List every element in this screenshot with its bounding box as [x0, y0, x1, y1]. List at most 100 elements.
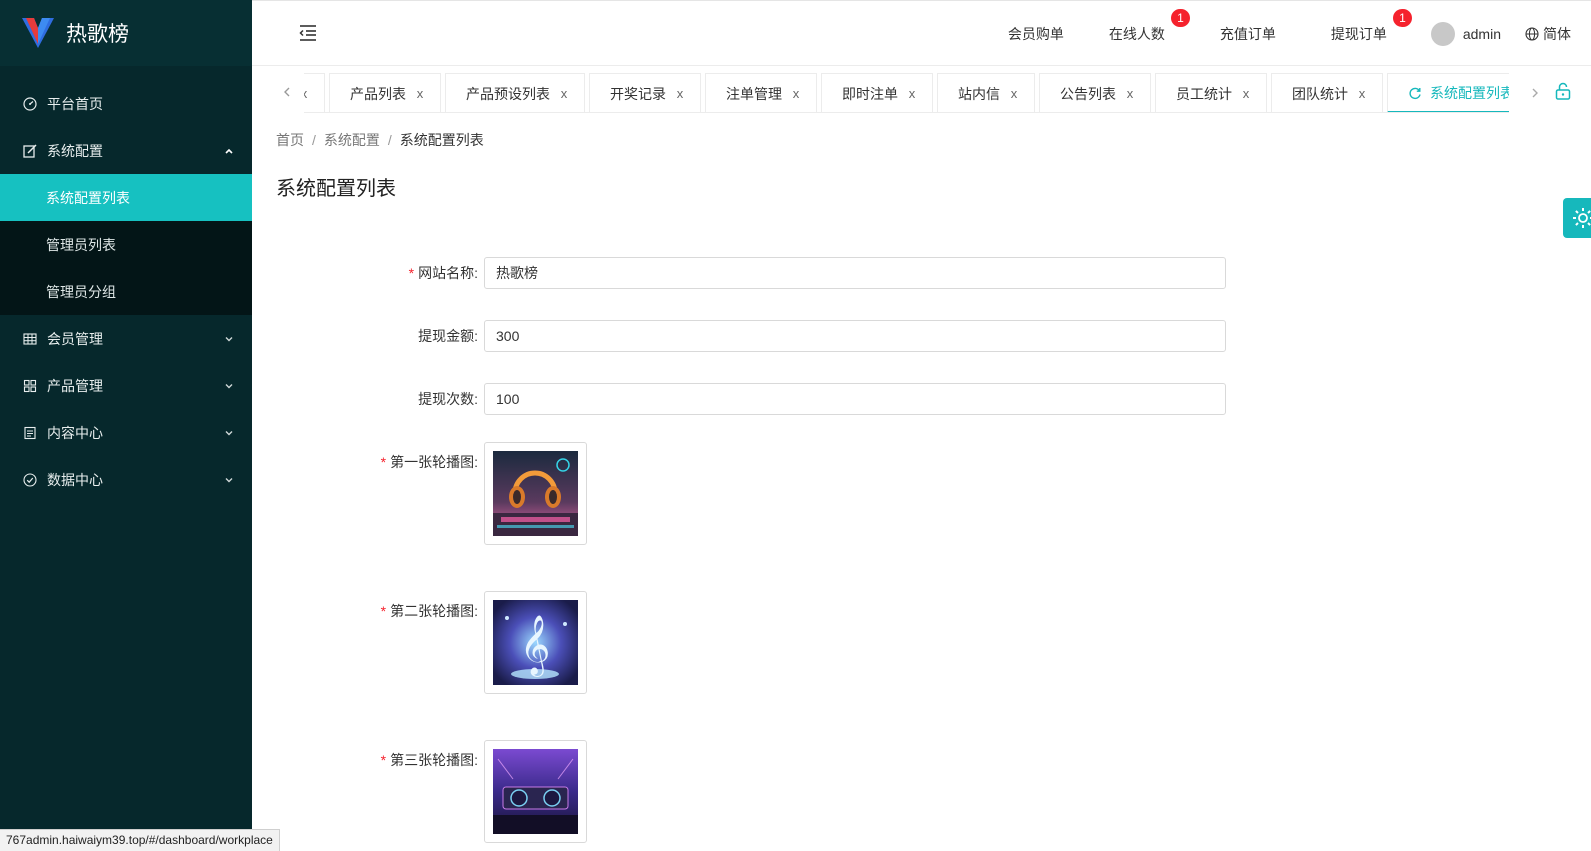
browser-status-bar: 767admin.haiwaiym39.top/#/dashboard/work… — [0, 829, 280, 851]
tab-label: 注单管理 — [726, 85, 782, 102]
chevron-down-icon — [224, 475, 234, 485]
tab-item[interactable]: 团队统计 x — [1271, 73, 1383, 112]
dashboard-icon — [22, 96, 38, 112]
tab-label: 员工统计 — [1176, 85, 1232, 102]
language-switch[interactable]: 简体 — [1525, 24, 1571, 44]
close-icon[interactable]: x — [790, 86, 802, 101]
refresh-icon[interactable] — [1408, 86, 1422, 100]
banner2-label: * 第二张轮播图: — [276, 591, 484, 694]
member-orders-link[interactable]: 会员购单 — [1008, 24, 1064, 44]
form-row-withdraw-amount: 提现金额: — [276, 320, 1236, 352]
sidebar-subitem-config-list[interactable]: 系统配置列表 — [0, 174, 252, 221]
label-text: 网站名称: — [418, 265, 478, 281]
edit-icon — [22, 143, 38, 159]
sidebar-subitem-label: 管理员分组 — [46, 283, 116, 300]
tab-item[interactable]: 员工统计 x — [1155, 73, 1267, 112]
site-name-input[interactable] — [484, 257, 1226, 289]
close-icon[interactable]: x — [1240, 86, 1252, 101]
tab-item[interactable]: 即时注单 x — [821, 73, 933, 112]
banner3-upload[interactable] — [484, 740, 587, 843]
withdraw-amount-input[interactable] — [484, 320, 1226, 352]
tab-item[interactable]: 注单管理 x — [705, 73, 817, 112]
breadcrumb-home[interactable]: 首页 — [276, 132, 304, 148]
document-icon — [22, 425, 38, 441]
tab-label: 开奖记录 — [610, 85, 666, 102]
close-icon[interactable]: x — [304, 86, 310, 101]
user-name[interactable]: admin — [1463, 26, 1501, 42]
sidebar-item-label: 产品管理 — [47, 377, 103, 394]
globe-icon — [1525, 27, 1539, 41]
tab-item[interactable]: 产品列表 x — [329, 73, 441, 112]
avatar[interactable] — [1430, 22, 1455, 46]
tab-label: 团队统计 — [1292, 85, 1348, 102]
close-icon[interactable]: x — [1124, 86, 1136, 101]
form-row-banner3: * 第三张轮播图: — [276, 740, 1236, 843]
online-users-badge: 1 — [1170, 8, 1191, 28]
settings-drawer-button[interactable] — [1563, 198, 1591, 238]
close-icon[interactable]: x — [414, 86, 426, 101]
close-icon[interactable]: x — [558, 86, 570, 101]
form-row-banner1: * 第一张轮播图: — [276, 442, 1236, 545]
table-icon — [22, 331, 38, 347]
top-link-label: 在线人数 — [1108, 26, 1165, 42]
label-text: 第一张轮播图: — [390, 454, 478, 470]
sidebar-item-members[interactable]: 会员管理 — [0, 315, 252, 362]
sidebar-subitem-label: 管理员列表 — [46, 236, 116, 253]
sidebar-item-dashboard[interactable]: 平台首页 — [0, 80, 252, 127]
logo-icon — [22, 18, 54, 48]
tab-item[interactable]: 系统配置列表x — [1387, 73, 1509, 112]
tabs-bar: 页x产品列表x产品预设列表x开奖记录x注单管理x即时注单x站内信x公告列表x员工… — [252, 66, 1591, 116]
form-row-banner2: * 第二张轮播图: 𝄞 — [276, 591, 1236, 694]
banner1-upload[interactable] — [484, 442, 587, 545]
tab-item[interactable]: 产品预设列表 x — [445, 73, 585, 112]
tab-label: 即时注单 — [842, 85, 898, 102]
top-link-label: 会员购单 — [1007, 26, 1064, 42]
tab-item[interactable]: 公告列表 x — [1039, 73, 1151, 112]
tab-item[interactable]: 页x — [304, 73, 325, 112]
sidebar-item-content[interactable]: 内容中心 — [0, 409, 252, 456]
sidebar-item-label: 会员管理 — [47, 330, 103, 347]
sidebar-item-products[interactable]: 产品管理 — [0, 362, 252, 409]
sidebar-item-label: 数据中心 — [47, 471, 103, 488]
gear-icon — [1571, 206, 1591, 230]
withdraw-orders-link[interactable]: 提现订单 1 — [1331, 8, 1413, 44]
tab-label: 产品预设列表 — [466, 85, 550, 102]
sidebar-item-system-config[interactable]: 系统配置 — [0, 127, 252, 174]
withdraw-orders-badge: 1 — [1392, 8, 1413, 28]
sidebar-subitem-admin-list[interactable]: 管理员列表 — [0, 221, 252, 268]
tabs-track: 页x产品列表x产品预设列表x开奖记录x注单管理x即时注单x站内信x公告列表x员工… — [304, 73, 1509, 112]
tab-item[interactable]: 开奖记录 x — [589, 73, 701, 112]
banner3-image — [493, 749, 578, 834]
withdraw-times-input[interactable] — [484, 383, 1226, 415]
close-icon[interactable]: x — [674, 86, 686, 101]
sidebar: 热歌榜 平台首页 系统配置 系统配置列表 管理员列表 管理员分组 会员管理 产品… — [0, 0, 252, 851]
chevron-left-icon[interactable] — [280, 84, 294, 100]
tab-label: 产品列表 — [350, 85, 406, 102]
banner3-label: * 第三张轮播图: — [276, 740, 484, 843]
svg-text:𝄞: 𝄞 — [520, 615, 551, 677]
online-users-link[interactable]: 在线人数 1 — [1108, 8, 1191, 44]
language-label: 简体 — [1543, 26, 1571, 42]
breadcrumb-current: 系统配置列表 — [399, 132, 484, 148]
chevron-right-icon[interactable] — [1529, 86, 1541, 100]
breadcrumb-system-config[interactable]: 系统配置 — [324, 132, 380, 148]
label-text: 提现金额: — [418, 328, 478, 344]
close-icon[interactable]: x — [906, 86, 918, 101]
tab-label: 站内信 — [958, 85, 1000, 102]
menu-fold-icon[interactable] — [298, 23, 318, 43]
tab-item[interactable]: 站内信 x — [937, 73, 1035, 112]
banner2-upload[interactable]: 𝄞 — [484, 591, 587, 694]
unlock-icon[interactable] — [1555, 82, 1571, 100]
label-text: 提现次数: — [418, 391, 478, 407]
recharge-orders-link[interactable]: 充值订单 — [1220, 24, 1276, 44]
chevron-down-icon — [224, 381, 234, 391]
sidebar-subitem-admin-group[interactable]: 管理员分组 — [0, 268, 252, 315]
tab-label: 公告列表 — [1060, 85, 1116, 102]
close-icon[interactable]: x — [1356, 86, 1368, 101]
required-mark: * — [380, 603, 387, 619]
check-circle-icon — [22, 472, 38, 488]
close-icon[interactable]: x — [1008, 86, 1020, 101]
breadcrumb: 首页 / 系统配置 / 系统配置列表 — [276, 130, 484, 150]
logo-area[interactable]: 热歌榜 — [0, 0, 252, 66]
sidebar-item-data[interactable]: 数据中心 — [0, 456, 252, 503]
